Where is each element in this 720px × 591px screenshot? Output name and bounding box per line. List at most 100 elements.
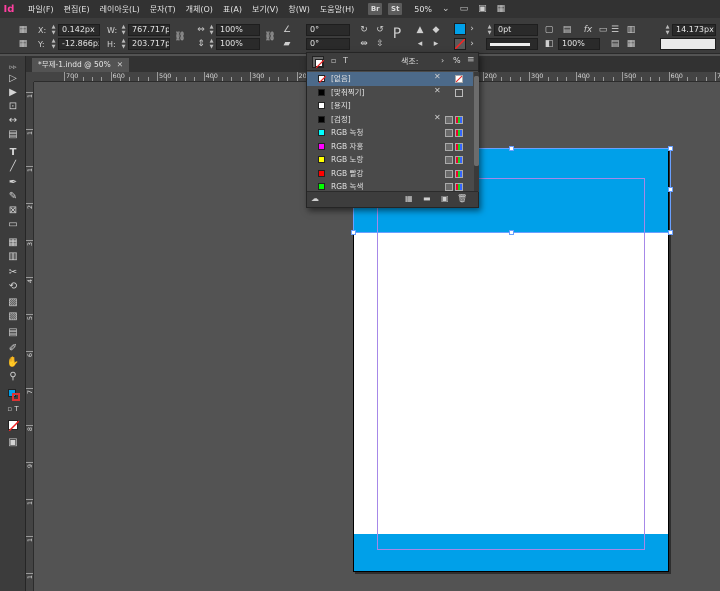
swatch-row[interactable]: [맞춰찍기] ✕ [307,86,473,100]
handle-top-center[interactable] [509,146,514,151]
x-stepper-icon[interactable]: ▲ ▼ [50,24,57,36]
fill-swatch[interactable] [454,23,466,35]
grid-tool-icon[interactable]: ▥ [5,250,21,264]
tint-dropdown-icon[interactable]: › [441,56,444,65]
hand-tool-icon[interactable]: ✋ [5,356,21,370]
menu-window[interactable]: 창(W) [288,4,310,15]
pen-tool-icon[interactable]: ✒ [5,176,21,190]
menu-file[interactable]: 파일(F) [28,4,54,15]
scale-y-stepper-icon[interactable]: ▲ ▼ [208,38,215,50]
stroke-dropdown-icon[interactable]: › [468,38,476,50]
text-wrap-icon[interactable]: ☰ [610,24,620,36]
menu-object[interactable]: 개체(O) [186,4,213,15]
type-tool-icon[interactable]: T [5,146,21,160]
rotate-cw-icon[interactable]: ↻ [358,24,370,36]
swatch-scrollbar[interactable] [474,72,479,192]
constrain-proportions-icon[interactable]: ⛓ [174,31,186,43]
scale-y-field[interactable]: 100% [216,38,260,50]
vertical-ruler[interactable]: 1 1 1 2 3 4 5 6 7 8 9 1 1 1 [26,82,34,591]
selection-tool-icon[interactable]: ▷ [5,72,21,86]
menu-layout[interactable]: 레이아웃(L) [100,4,140,15]
stroke-weight-stepper-icon[interactable]: ▲ ▼ [486,24,493,36]
menu-table[interactable]: 표(A) [223,4,242,15]
handle-bottom-left[interactable] [351,230,356,235]
corner-shape-dropdown[interactable] [660,38,716,50]
swatch-row[interactable]: RGB 녹청 [307,126,473,140]
bridge-badge[interactable]: Br [368,3,383,15]
handle-top-right[interactable] [668,146,673,151]
page-tool-icon[interactable]: ⊡ [5,100,21,114]
fill-stroke-icon[interactable] [5,388,21,402]
menu-type[interactable]: 문자(T) [150,4,176,15]
shear-field[interactable]: 0° [306,38,350,50]
flip-vertical-icon[interactable]: ⇳ [374,38,386,50]
reference-point-grid-icon[interactable]: ▦ [16,38,30,50]
rotate-ccw-icon[interactable]: ↺ [374,24,386,36]
effects-icon[interactable]: ▢ [544,24,554,36]
arrange-documents-icon[interactable]: ▦ [497,4,506,14]
drop-shadow-icon[interactable]: ▤ [562,24,572,36]
select-content-icon[interactable]: ◆ [430,24,442,36]
container-format-icon[interactable]: ▫ [331,56,336,65]
note-tool-icon[interactable]: ▤ [5,326,21,340]
y-stepper-icon[interactable]: ▲ ▼ [50,38,57,50]
menu-help[interactable]: 도움말(H) [320,4,354,15]
reference-size-field[interactable]: 14.173px [672,24,716,36]
select-next-icon[interactable]: ▸ [430,38,442,50]
gradient-swatch-tool-icon[interactable]: ▨ [5,296,21,310]
h-field[interactable]: 203.717px [128,38,170,50]
swatch-row[interactable]: [없음] ✕ [307,72,473,86]
swatch-row[interactable]: RGB 노랑 [307,153,473,167]
close-tab-icon[interactable]: ✕ [117,60,123,69]
table-tool-icon[interactable]: ▦ [5,236,21,250]
swatch-row[interactable]: [용지] [307,99,473,113]
distribute-icon[interactable]: ▦ [626,38,636,50]
chevron-down-icon[interactable]: ⌄ [442,4,450,14]
view-options-icon[interactable]: ▭ [460,4,469,14]
ruler-origin[interactable] [26,72,34,82]
screen-mode-icon[interactable]: ▣ [478,4,487,14]
pencil-tool-icon[interactable]: ✎ [5,190,21,204]
formatting-container-icon[interactable]: ▫ T [5,402,21,416]
ref-size-stepper-icon[interactable]: ▲ ▼ [664,24,671,36]
fill-stroke-proxy-icon[interactable] [312,56,324,68]
x-field[interactable]: 0.142px [58,24,100,36]
reference-point-icon[interactable]: ▦ [16,24,30,36]
wrap-around-icon[interactable]: ▥ [626,24,636,36]
stroke-weight-field[interactable]: 0pt [494,24,538,36]
scissors-tool-icon[interactable]: ✂ [5,266,21,280]
fx-icon[interactable]: fx [582,24,594,36]
flip-horizontal-icon[interactable]: ⇹ [358,38,370,50]
stock-badge[interactable]: St [388,3,403,15]
gradient-feather-tool-icon[interactable]: ▧ [5,310,21,324]
zoom-tool-icon[interactable]: ⚲ [5,370,21,384]
screen-mode-tool-icon[interactable]: ▣ [5,436,21,450]
opacity-field[interactable]: 100% [558,38,600,50]
eyedropper-tool-icon[interactable]: ✐ [5,342,21,356]
scrollbar-thumb[interactable] [474,76,479,166]
swatch-row[interactable]: [검정] ✕ [307,113,473,127]
document-page[interactable] [351,146,673,572]
content-collector-icon[interactable]: ▤ [5,128,21,142]
show-swatch-types-icon[interactable]: ▦ [405,194,413,203]
menu-edit[interactable]: 편집(E) [64,4,90,15]
rotation-field[interactable]: 0° [306,24,350,36]
new-swatch-icon[interactable]: ▣ [441,194,449,203]
handle-bottom-right[interactable] [668,230,673,235]
handle-middle-right[interactable] [668,187,673,192]
w-field[interactable]: 767.717px [128,24,170,36]
w-stepper-icon[interactable]: ▲ ▼ [120,24,127,36]
rectangle-frame-tool-icon[interactable]: ⊠ [5,204,21,218]
select-container-icon[interactable]: ▲ [414,24,426,36]
free-transform-tool-icon[interactable]: ⟲ [5,280,21,294]
cloud-libraries-icon[interactable]: ☁ [311,194,319,203]
line-tool-icon[interactable]: ╱ [5,160,21,174]
fill-dropdown-icon[interactable]: › [468,23,476,35]
menu-view[interactable]: 보기(V) [252,4,278,15]
handle-bottom-center[interactable] [509,230,514,235]
h-stepper-icon[interactable]: ▲ ▼ [120,38,127,50]
select-previous-icon[interactable]: ◂ [414,38,426,50]
y-field[interactable]: -12.866px [58,38,100,50]
effects-menu-icon[interactable]: ▭ [598,24,608,36]
document-tab[interactable]: *무제-1.indd @ 50% ✕ [32,58,130,72]
